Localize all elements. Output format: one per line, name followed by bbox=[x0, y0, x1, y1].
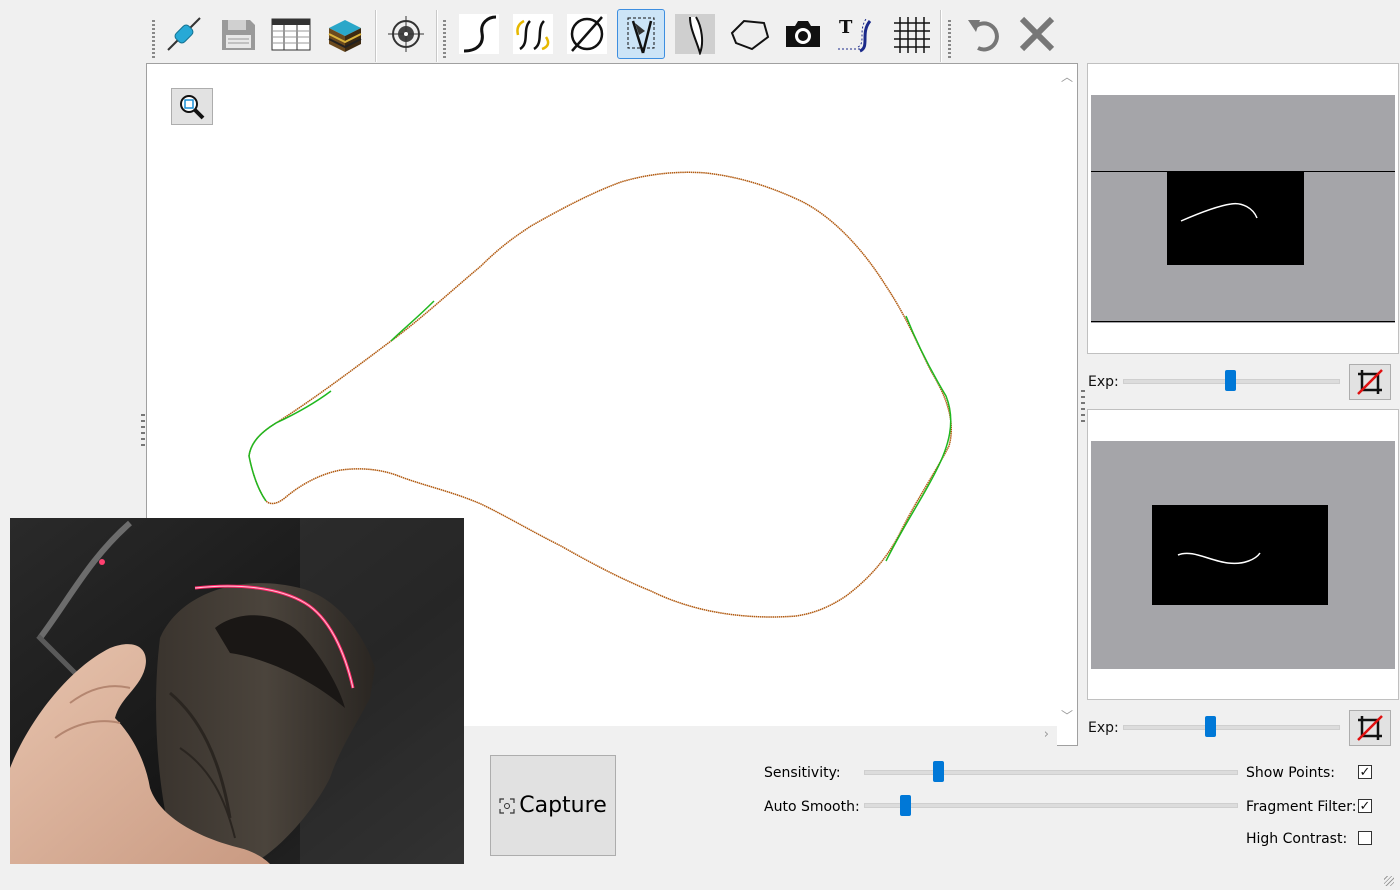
sensitivity-slider-track[interactable] bbox=[864, 770, 1238, 775]
scroll-right-icon[interactable]: › bbox=[1044, 727, 1049, 742]
toolbar-grip[interactable] bbox=[948, 20, 951, 58]
toolbar-separator bbox=[940, 10, 942, 62]
horizontal-scrollbar[interactable]: › bbox=[464, 726, 1057, 746]
curve-button[interactable] bbox=[455, 9, 503, 59]
auto-smooth-label: Auto Smooth: bbox=[764, 799, 860, 815]
preview-image bbox=[1167, 172, 1304, 265]
right-splitter-handle[interactable] bbox=[1081, 390, 1085, 426]
capture-button[interactable]: Capture bbox=[490, 755, 616, 856]
exp-label-bottom: Exp: bbox=[1088, 720, 1119, 736]
camera-button[interactable] bbox=[779, 9, 827, 59]
scanner-photo bbox=[10, 518, 464, 864]
vertical-scrollbar[interactable]: ︿ ﹀ bbox=[1057, 64, 1077, 726]
target-button[interactable] bbox=[382, 9, 430, 59]
laser-line-trace bbox=[1180, 202, 1258, 222]
profile-curve-highlight bbox=[885, 315, 952, 562]
profile-curve-highlight bbox=[248, 390, 332, 502]
table-icon bbox=[271, 18, 311, 51]
diameter-icon bbox=[567, 14, 607, 54]
grid-button[interactable] bbox=[887, 9, 935, 59]
text-curve-icon: T bbox=[838, 17, 872, 53]
crop-off-icon bbox=[1357, 715, 1383, 741]
polygon-button[interactable] bbox=[725, 9, 773, 59]
connect-button[interactable] bbox=[160, 9, 208, 59]
curve-icon bbox=[459, 14, 499, 54]
grid-icon bbox=[894, 17, 930, 53]
left-splitter-handle[interactable] bbox=[141, 414, 145, 450]
diameter-button[interactable] bbox=[563, 9, 611, 59]
crop-toggle-bottom-button[interactable] bbox=[1349, 710, 1391, 746]
select-fragment-icon bbox=[627, 17, 655, 54]
layers-button[interactable] bbox=[321, 9, 369, 59]
profile-button[interactable] bbox=[671, 9, 719, 59]
swap-curves-button[interactable] bbox=[509, 9, 557, 59]
layers-icon bbox=[328, 20, 362, 52]
exp-slider-bottom-track[interactable] bbox=[1123, 725, 1340, 730]
crop-toggle-top-button[interactable] bbox=[1349, 364, 1391, 400]
high-contrast-label: High Contrast: bbox=[1246, 831, 1348, 847]
select-fragment-button[interactable] bbox=[617, 9, 665, 59]
scroll-down-icon[interactable]: ﹀ bbox=[1061, 707, 1073, 724]
capture-icon bbox=[499, 797, 515, 814]
sensitivity-label: Sensitivity: bbox=[764, 765, 841, 781]
high-contrast-checkbox[interactable] bbox=[1358, 831, 1372, 845]
text-curve-button[interactable]: T bbox=[833, 9, 881, 59]
toolbar-separator bbox=[375, 10, 377, 62]
crop-off-icon bbox=[1357, 369, 1383, 395]
show-points-label: Show Points: bbox=[1246, 765, 1335, 781]
sensitivity-slider[interactable] bbox=[932, 761, 944, 782]
laser-line-trace bbox=[1177, 552, 1261, 565]
undo-icon bbox=[968, 20, 999, 52]
toolbar-separator bbox=[436, 10, 438, 62]
undo-button[interactable] bbox=[960, 9, 1008, 59]
fragment-filter-checkbox[interactable]: ✓ bbox=[1358, 799, 1372, 813]
swap-curves-icon bbox=[513, 14, 553, 54]
polygon-icon bbox=[730, 19, 770, 51]
pottery-sherd-photo bbox=[10, 518, 464, 864]
camera-preview-top bbox=[1087, 63, 1399, 354]
exp-slider-bottom[interactable] bbox=[1204, 716, 1216, 737]
exp-slider-top[interactable] bbox=[1225, 370, 1236, 391]
exp-label-top: Exp: bbox=[1088, 374, 1119, 390]
connect-icon bbox=[167, 17, 201, 51]
close-icon bbox=[1019, 16, 1055, 52]
save-button[interactable] bbox=[214, 9, 262, 59]
capture-label: Capture bbox=[519, 793, 607, 818]
save-icon bbox=[222, 20, 255, 50]
camera-icon bbox=[786, 21, 820, 47]
camera-preview-bottom bbox=[1087, 409, 1399, 700]
table-button[interactable] bbox=[267, 9, 315, 59]
zoom-fit-icon bbox=[180, 94, 205, 119]
resize-grip[interactable] bbox=[1384, 876, 1394, 886]
toolbar-grip[interactable] bbox=[152, 20, 155, 58]
svg-text:T: T bbox=[839, 17, 853, 38]
profile-curve-highlight bbox=[390, 300, 435, 342]
scroll-up-icon[interactable]: ︿ bbox=[1061, 68, 1073, 85]
target-icon bbox=[388, 16, 424, 52]
toolbar-grip[interactable] bbox=[443, 20, 446, 58]
close-button[interactable] bbox=[1013, 9, 1061, 59]
profile-icon bbox=[675, 14, 715, 55]
toolbar: T bbox=[140, 6, 1400, 62]
auto-smooth-slider[interactable] bbox=[900, 795, 912, 816]
fragment-filter-label: Fragment Filter: bbox=[1246, 799, 1357, 815]
zoom-fit-button[interactable] bbox=[171, 88, 213, 125]
auto-smooth-slider-track[interactable] bbox=[864, 803, 1238, 808]
show-points-checkbox[interactable]: ✓ bbox=[1358, 765, 1372, 779]
preview-image bbox=[1152, 505, 1328, 605]
